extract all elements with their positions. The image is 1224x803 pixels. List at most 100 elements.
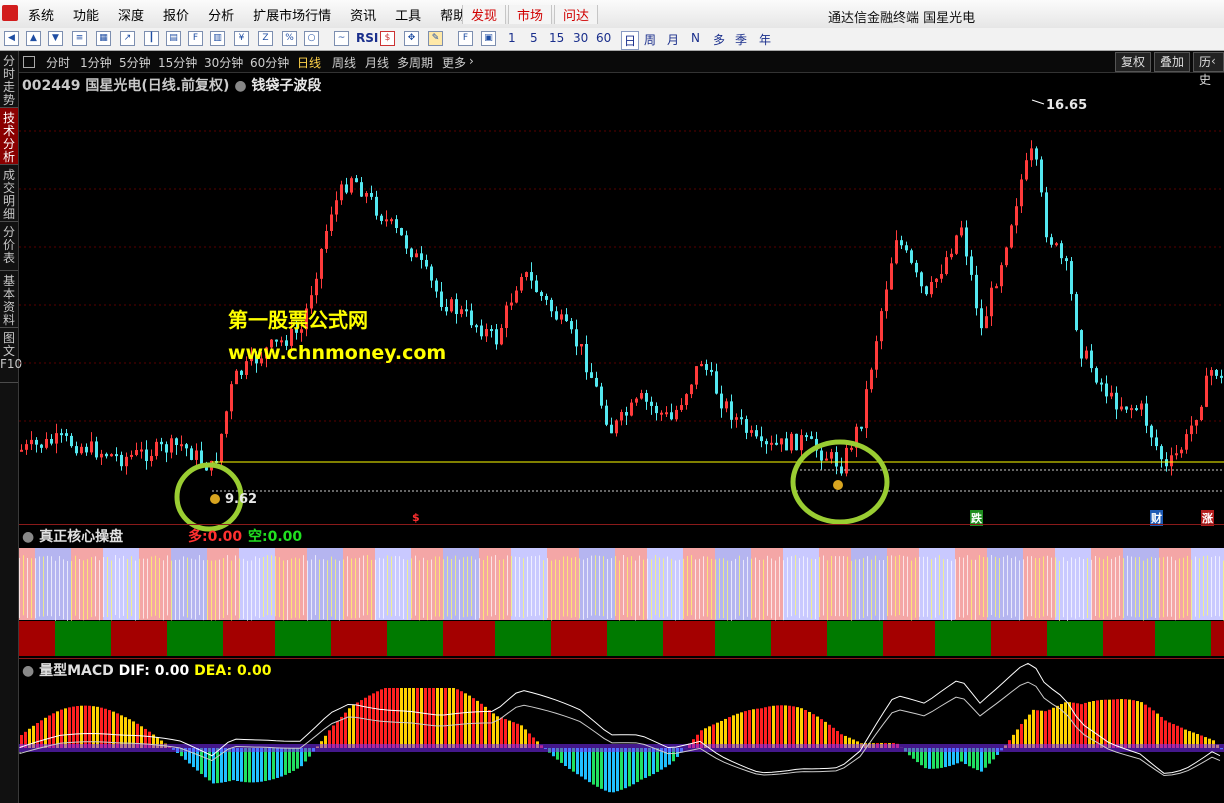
candle [775,442,778,445]
macd-bar [240,748,243,782]
band-bar [139,621,143,656]
candle [910,250,913,263]
band-bar [1003,621,1007,656]
band-tick [555,559,556,620]
candle [540,292,543,296]
macd-bar [1096,700,1099,748]
band-tick [775,560,776,621]
band-bar [447,621,451,656]
band-bar [691,621,695,656]
band-bar [71,621,75,656]
candle [480,325,483,337]
panel2-toggle-icon[interactable]: ● [22,529,34,545]
band-tick [1167,556,1168,617]
band-bar [1191,621,1195,656]
band-tick [691,555,692,616]
band-tick [583,559,584,620]
band-tick [1171,556,1172,617]
band-tick [719,558,720,619]
dea-value: 0.00 [236,663,272,679]
band-bar [1051,621,1055,656]
candle [605,405,608,425]
band-bar [207,621,211,656]
band-tick [1127,555,1128,616]
panel2-indicator[interactable]: 真正核心操盘 [39,529,123,545]
candle [1145,403,1148,426]
band-bar [835,621,839,656]
candle [695,366,698,385]
chart-canvas[interactable] [0,0,1224,803]
band-tick [1039,558,1040,619]
candle [150,455,153,462]
candle [1035,148,1038,160]
candle [515,290,518,303]
band-tick [147,558,148,619]
indicator-name[interactable]: 钱袋子波段 [251,78,321,94]
candle [490,329,493,332]
macd-bar [616,748,619,792]
band-bar [639,621,643,656]
candle [385,219,388,222]
macd-bar [460,691,463,748]
macd-bar [724,718,727,748]
band-bar [991,621,995,656]
candle [125,456,128,467]
candle [650,401,653,406]
band-bar [1207,621,1211,656]
band-tick [595,555,596,616]
band-bar [943,621,947,656]
candle [545,295,548,300]
macd-bar [256,748,259,783]
band-bar [771,621,775,656]
panel3-indicator[interactable]: 量型MACD [39,663,114,679]
band-bar [279,621,283,656]
band-bar [1203,621,1207,656]
candle [660,412,663,415]
band-tick [219,559,220,620]
band-tick [659,557,660,618]
macd-bar [60,709,63,748]
candle [25,444,28,450]
candle [675,409,678,420]
indicator-toggle-icon[interactable]: ● [234,78,246,94]
band-tick [1135,557,1136,618]
band-tick [51,556,52,617]
macd-bar [508,720,511,748]
band-tick [731,560,732,621]
macd-bar [1152,710,1155,748]
band-tick [611,558,612,619]
candle [880,311,883,342]
band-bar [555,621,559,656]
candle [735,417,738,420]
band-bar [119,621,123,656]
macd-bar [480,703,483,748]
band-tick [703,556,704,617]
band-tick [1175,560,1176,621]
band-bar [711,621,715,656]
band-bar [783,621,787,656]
macd-bar [1052,707,1055,748]
band-bar [439,621,443,656]
band-tick [883,560,884,621]
macd-bar [792,706,795,748]
macd-bar [736,713,739,748]
band-tick [887,556,888,617]
candle [1135,408,1138,411]
band-tick [827,560,828,621]
band-tick [71,560,72,621]
band-bar [807,621,811,656]
band-tick [331,556,332,617]
band-bar [363,621,367,656]
band-tick [967,555,968,616]
band-tick [1139,556,1140,617]
band-tick [119,558,120,619]
band-tick [263,557,264,618]
band-bar [131,621,135,656]
candle [1070,261,1073,295]
band-tick [39,556,40,617]
candle [885,289,888,312]
band-bar [19,621,23,656]
panel3-toggle-icon[interactable]: ● [22,663,34,679]
band-tick [243,558,244,619]
candle [835,452,838,467]
